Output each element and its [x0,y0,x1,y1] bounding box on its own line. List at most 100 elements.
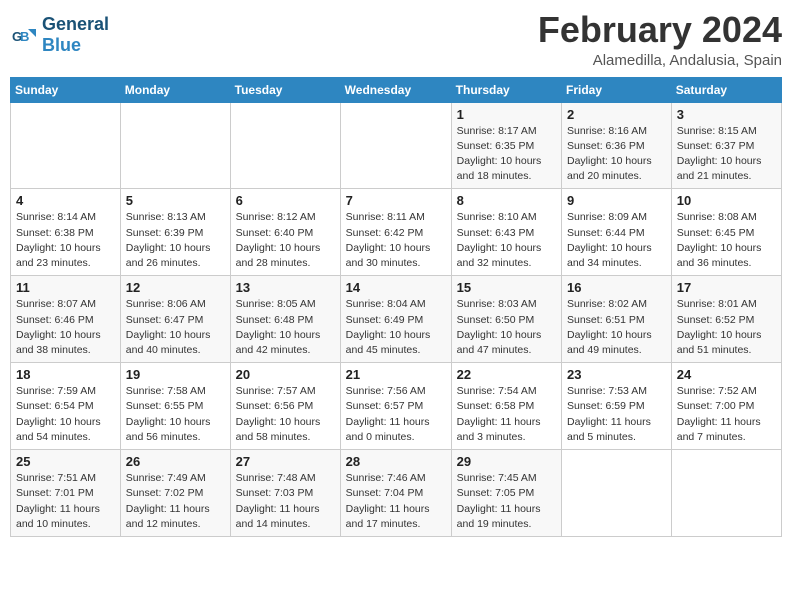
day-number: 23 [567,367,666,382]
day-number: 18 [16,367,115,382]
day-cell [120,102,230,189]
day-info: Sunrise: 8:05 AMSunset: 6:48 PMDaylight:… [236,297,335,358]
day-info: Sunrise: 7:53 AMSunset: 6:59 PMDaylight:… [567,384,666,445]
day-info: Sunrise: 8:12 AMSunset: 6:40 PMDaylight:… [236,210,335,271]
day-number: 15 [457,280,556,295]
day-cell [11,102,121,189]
logo-general: General [42,14,109,34]
day-info: Sunrise: 8:09 AMSunset: 6:44 PMDaylight:… [567,210,666,271]
day-cell [562,450,672,537]
weekday-header-sunday: Sunday [11,77,121,102]
calendar-table: SundayMondayTuesdayWednesdayThursdayFrid… [10,77,782,537]
day-cell: 24Sunrise: 7:52 AMSunset: 7:00 PMDayligh… [671,363,781,450]
week-row-1: 1 Sunrise: 8:17 AMSunset: 6:35 PMDaylight… [11,102,782,189]
day-number: 6 [236,193,335,208]
day-cell: 2 Sunrise: 8:16 AMSunset: 6:36 PMDaylight… [562,102,672,189]
title-area: February 2024 Alamedilla, Andalusia, Spa… [538,10,782,69]
day-info: Sunrise: 8:03 AMSunset: 6:50 PMDaylight:… [457,297,556,358]
day-cell [340,102,451,189]
day-info: Sunrise: 7:49 AMSunset: 7:02 PMDaylight:… [126,471,225,532]
day-number: 1 [457,107,556,122]
day-info: Sunrise: 8:16 AMSunset: 6:36 PMDaylight:… [567,124,666,185]
weekday-header-tuesday: Tuesday [230,77,340,102]
day-cell: 26 Sunrise: 7:49 AMSunset: 7:02 PMDayligh… [120,450,230,537]
day-info: Sunrise: 7:51 AMSunset: 7:01 PMDaylight:… [16,471,115,532]
week-row-2: 4Sunrise: 8:14 AMSunset: 6:38 PMDaylight… [11,189,782,276]
day-info: Sunrise: 8:13 AMSunset: 6:39 PMDaylight:… [126,210,225,271]
day-cell: 12Sunrise: 8:06 AMSunset: 6:47 PMDayligh… [120,276,230,363]
day-number: 3 [677,107,776,122]
day-number: 2 [567,107,666,122]
day-info: Sunrise: 7:56 AMSunset: 6:57 PMDaylight:… [346,384,446,445]
day-cell: 6 Sunrise: 8:12 AMSunset: 6:40 PMDaylight… [230,189,340,276]
day-cell: 8Sunrise: 8:10 AMSunset: 6:43 PMDaylight… [451,189,561,276]
day-number: 7 [346,193,446,208]
day-info: Sunrise: 8:17 AMSunset: 6:35 PMDaylight:… [457,124,556,185]
day-cell: 16 Sunrise: 8:02 AMSunset: 6:51 PMDayligh… [562,276,672,363]
day-number: 17 [677,280,776,295]
day-cell: 5 Sunrise: 8:13 AMSunset: 6:39 PMDaylight… [120,189,230,276]
day-cell: 27 Sunrise: 7:48 AMSunset: 7:03 PMDayligh… [230,450,340,537]
day-cell: 15 Sunrise: 8:03 AMSunset: 6:50 PMDayligh… [451,276,561,363]
day-info: Sunrise: 7:59 AMSunset: 6:54 PMDaylight:… [16,384,115,445]
day-number: 16 [567,280,666,295]
day-cell: 29 Sunrise: 7:45 AMSunset: 7:05 PMDayligh… [451,450,561,537]
day-cell: 9 Sunrise: 8:09 AMSunset: 6:44 PMDaylight… [562,189,672,276]
day-number: 5 [126,193,225,208]
day-cell: 13Sunrise: 8:05 AMSunset: 6:48 PMDayligh… [230,276,340,363]
day-cell: 28Sunrise: 7:46 AMSunset: 7:04 PMDayligh… [340,450,451,537]
day-number: 26 [126,454,225,469]
day-info: Sunrise: 7:54 AMSunset: 6:58 PMDaylight:… [457,384,556,445]
day-cell: 19Sunrise: 7:58 AMSunset: 6:55 PMDayligh… [120,363,230,450]
day-number: 4 [16,193,115,208]
day-info: Sunrise: 8:07 AMSunset: 6:46 PMDaylight:… [16,297,115,358]
day-cell: 21 Sunrise: 7:56 AMSunset: 6:57 PMDayligh… [340,363,451,450]
weekday-header-wednesday: Wednesday [340,77,451,102]
day-info: Sunrise: 7:52 AMSunset: 7:00 PMDaylight:… [677,384,776,445]
day-cell: 23 Sunrise: 7:53 AMSunset: 6:59 PMDayligh… [562,363,672,450]
week-row-5: 25 Sunrise: 7:51 AMSunset: 7:01 PMDayligh… [11,450,782,537]
location-subtitle: Alamedilla, Andalusia, Spain [538,52,782,69]
weekday-header-monday: Monday [120,77,230,102]
day-cell: 3 Sunrise: 8:15 AMSunset: 6:37 PMDaylight… [671,102,781,189]
day-number: 25 [16,454,115,469]
day-number: 9 [567,193,666,208]
day-cell: 11Sunrise: 8:07 AMSunset: 6:46 PMDayligh… [11,276,121,363]
day-info: Sunrise: 8:01 AMSunset: 6:52 PMDaylight:… [677,297,776,358]
day-number: 20 [236,367,335,382]
day-number: 22 [457,367,556,382]
day-cell: 4Sunrise: 8:14 AMSunset: 6:38 PMDaylight… [11,189,121,276]
day-number: 27 [236,454,335,469]
day-cell: 25 Sunrise: 7:51 AMSunset: 7:01 PMDayligh… [11,450,121,537]
svg-text:B: B [20,29,29,44]
day-number: 12 [126,280,225,295]
day-cell [230,102,340,189]
day-info: Sunrise: 8:08 AMSunset: 6:45 PMDaylight:… [677,210,776,271]
day-cell: 1 Sunrise: 8:17 AMSunset: 6:35 PMDaylight… [451,102,561,189]
day-cell: 18 Sunrise: 7:59 AMSunset: 6:54 PMDayligh… [11,363,121,450]
logo: G B General Blue [10,14,109,56]
day-info: Sunrise: 8:15 AMSunset: 6:37 PMDaylight:… [677,124,776,185]
day-cell: 17 Sunrise: 8:01 AMSunset: 6:52 PMDayligh… [671,276,781,363]
day-number: 21 [346,367,446,382]
day-info: Sunrise: 7:57 AMSunset: 6:56 PMDaylight:… [236,384,335,445]
day-info: Sunrise: 7:48 AMSunset: 7:03 PMDaylight:… [236,471,335,532]
day-info: Sunrise: 7:45 AMSunset: 7:05 PMDaylight:… [457,471,556,532]
weekday-header-friday: Friday [562,77,672,102]
logo-blue: Blue [42,35,81,55]
day-cell: 10Sunrise: 8:08 AMSunset: 6:45 PMDayligh… [671,189,781,276]
day-number: 29 [457,454,556,469]
weekday-header-thursday: Thursday [451,77,561,102]
day-cell [671,450,781,537]
day-cell: 7 Sunrise: 8:11 AMSunset: 6:42 PMDaylight… [340,189,451,276]
week-row-3: 11Sunrise: 8:07 AMSunset: 6:46 PMDayligh… [11,276,782,363]
day-info: Sunrise: 8:02 AMSunset: 6:51 PMDaylight:… [567,297,666,358]
day-info: Sunrise: 8:10 AMSunset: 6:43 PMDaylight:… [457,210,556,271]
day-info: Sunrise: 8:11 AMSunset: 6:42 PMDaylight:… [346,210,446,271]
day-number: 14 [346,280,446,295]
weekday-header-saturday: Saturday [671,77,781,102]
day-cell: 20 Sunrise: 7:57 AMSunset: 6:56 PMDayligh… [230,363,340,450]
day-number: 28 [346,454,446,469]
header: G B General Blue February 2024 Alamedill… [10,10,782,69]
day-cell: 14Sunrise: 8:04 AMSunset: 6:49 PMDayligh… [340,276,451,363]
